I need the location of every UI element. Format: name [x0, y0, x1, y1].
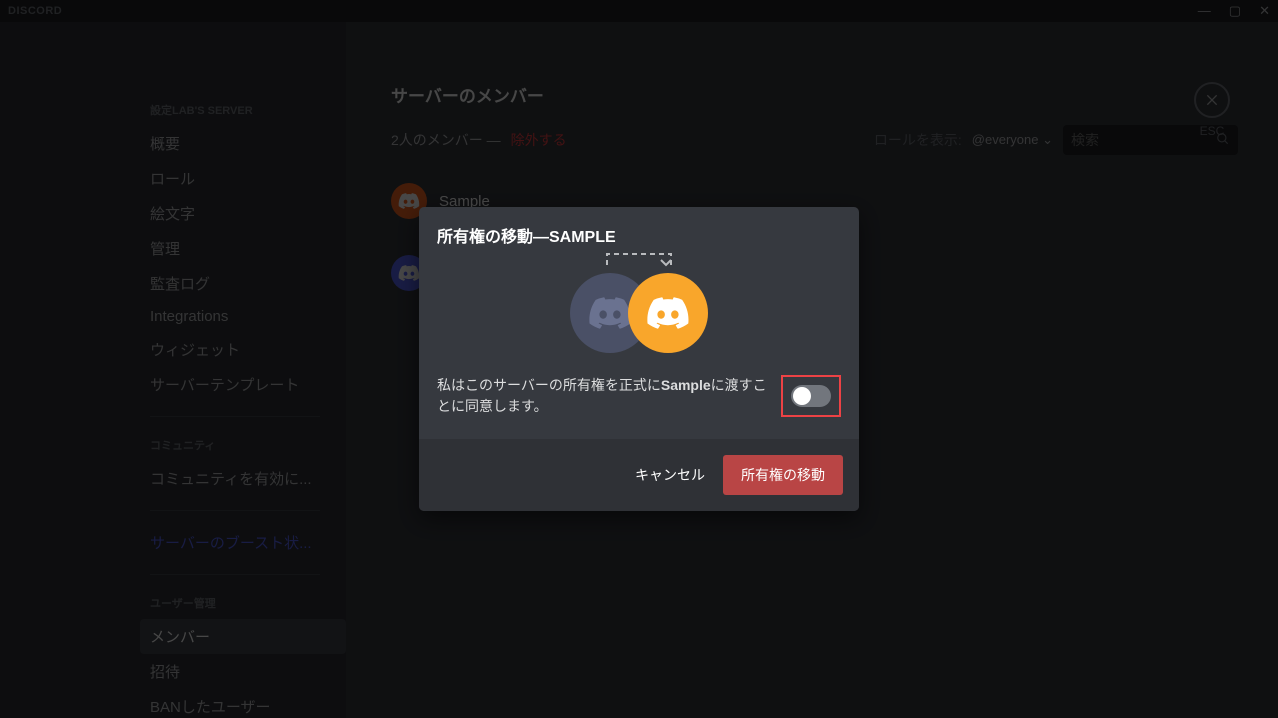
sidebar-item-invites[interactable]: 招待 — [140, 654, 346, 689]
sidebar-separator — [150, 510, 320, 511]
members-filters: ロールを表示: @everyone ⌄ — [874, 125, 1238, 155]
toggle-knob — [793, 387, 811, 405]
modal-body: 私はこのサーバーの所有権を正式にSampleに渡すことに同意します。 — [419, 253, 859, 439]
consent-toggle[interactable] — [791, 385, 831, 407]
sidebar-heading-server: 設定LAB'S SERVER — [150, 102, 346, 118]
sidebar-item-bans[interactable]: BANしたユーザー — [140, 689, 346, 718]
exclude-link[interactable]: 除外する — [511, 132, 567, 148]
close-icon[interactable] — [1194, 82, 1230, 118]
sidebar-heading-users: ユーザー管理 — [150, 595, 346, 611]
member-count: 2人のメンバー — 除外する — [391, 130, 567, 150]
minimize-button[interactable]: — — [1198, 3, 1211, 19]
settings-sidebar: 設定LAB'S SERVER 概要 ロール 絵文字 管理 監査ログ Integr… — [0, 22, 346, 718]
members-toolbar: 2人のメンバー — 除外する ロールを表示: @everyone ⌄ — [391, 125, 1238, 155]
page-title: サーバーのメンバー — [391, 82, 1238, 107]
close-esc[interactable]: ESC — [1194, 82, 1230, 138]
chevron-down-icon: ⌄ — [1042, 132, 1053, 147]
consent-row: 私はこのサーバーの所有権を正式にSampleに渡すことに同意します。 — [437, 375, 841, 417]
sidebar-item-boost[interactable]: サーバーのブースト状... — [140, 525, 346, 560]
sidebar-item-overview[interactable]: 概要 — [140, 126, 346, 161]
transfer-ownership-modal: 所有権の移動—SAMPLE 私はこのサーバーの所有権を正式にSampleに渡すこ… — [419, 207, 859, 511]
maximize-button[interactable]: ▢ — [1229, 3, 1241, 19]
sidebar-item-auditlog[interactable]: 監査ログ — [140, 266, 346, 301]
sidebar-item-template[interactable]: サーバーテンプレート — [140, 367, 346, 402]
sidebar-item-emoji[interactable]: 絵文字 — [140, 196, 346, 231]
transfer-ownership-button[interactable]: 所有権の移動 — [723, 455, 843, 495]
avatar-transfer-graphic — [437, 273, 841, 353]
sidebar-item-enable-community[interactable]: コミュニティを有効に... — [140, 461, 346, 496]
avatar-to — [628, 273, 708, 353]
sidebar-separator — [150, 574, 320, 575]
transfer-arrow-icon — [604, 251, 674, 267]
app-brand: DISCORD — [8, 5, 62, 17]
consent-text: 私はこのサーバーの所有権を正式にSampleに渡すことに同意します。 — [437, 375, 767, 417]
sidebar-separator — [150, 416, 320, 417]
sidebar-item-members[interactable]: メンバー — [140, 619, 346, 654]
modal-footer: キャンセル 所有権の移動 — [419, 439, 859, 511]
search-input[interactable] — [1071, 132, 1201, 148]
cancel-button[interactable]: キャンセル — [635, 465, 705, 485]
titlebar: DISCORD — ▢ ✕ — [0, 0, 1278, 22]
modal-title: 所有権の移動—SAMPLE — [419, 207, 859, 253]
role-filter-label: ロールを表示: — [874, 130, 962, 150]
sidebar-item-integrations[interactable]: Integrations — [140, 301, 346, 332]
sidebar-item-widget[interactable]: ウィジェット — [140, 332, 346, 367]
consent-toggle-highlight — [781, 375, 841, 417]
member-count-text: 2人のメンバー — — [391, 132, 501, 148]
window-controls: — ▢ ✕ — [1198, 3, 1270, 19]
close-button[interactable]: ✕ — [1259, 3, 1270, 19]
esc-label: ESC — [1200, 124, 1225, 138]
sidebar-item-moderation[interactable]: 管理 — [140, 231, 346, 266]
role-filter-select[interactable]: @everyone ⌄ — [972, 132, 1053, 148]
sidebar-heading-community: コミュニティ — [150, 437, 346, 453]
sidebar-item-roles[interactable]: ロール — [140, 161, 346, 196]
